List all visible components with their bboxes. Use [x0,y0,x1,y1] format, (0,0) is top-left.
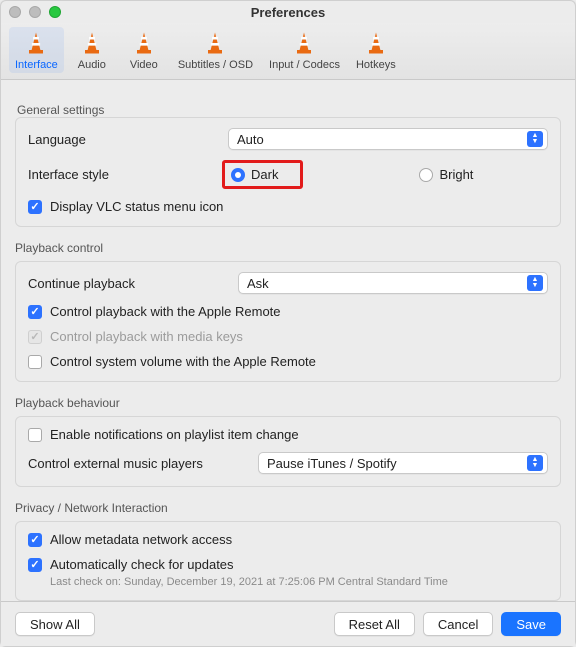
checkbox-label: Control playback with media keys [50,329,243,344]
checkbox-label: Allow metadata network access [50,532,232,547]
checkbox-label: Automatically check for updates [50,557,234,572]
tab-input-codecs[interactable]: Input / Codecs [263,27,346,73]
window-controls [9,6,61,18]
checkbox-label: Enable notifications on playlist item ch… [50,427,299,442]
preferences-window: Preferences Interface Audio Video Subtit… [0,0,576,647]
tab-label: Subtitles / OSD [178,59,253,71]
playback-control-group: Continue playback Ask Control playback w… [15,261,561,382]
zoom-window-button[interactable] [49,6,61,18]
checkbox-icon [28,330,42,344]
external-players-select[interactable]: Pause iTunes / Spotify [258,452,548,474]
tab-label: Video [130,59,158,71]
checkbox-icon [28,305,42,319]
vlc-cone-icon [22,29,50,57]
checkbox-icon [28,428,42,442]
radio-icon [419,168,433,182]
language-label: Language [28,132,228,147]
window-title: Preferences [1,5,575,20]
tab-label: Input / Codecs [269,59,340,71]
checkbox-icon [28,355,42,369]
checkbox-icon [28,558,42,572]
language-select[interactable]: Auto [228,128,548,150]
reset-all-button[interactable]: Reset All [334,612,415,636]
external-players-value: Pause iTunes / Spotify [267,456,397,471]
language-value: Auto [237,132,264,147]
close-window-button[interactable] [9,6,21,18]
tab-subtitles-osd[interactable]: Subtitles / OSD [172,27,259,73]
last-check-text: Last check on: Sunday, December 19, 2021… [50,576,448,588]
interface-style-dark-radio[interactable]: Dark [231,167,278,182]
media-keys-checkbox: Control playback with media keys [28,329,243,344]
notifications-checkbox[interactable]: Enable notifications on playlist item ch… [28,427,299,442]
minimize-window-button[interactable] [29,6,41,18]
continue-playback-value: Ask [247,276,269,291]
checkbox-label: Control playback with the Apple Remote [50,304,281,319]
select-arrows-icon [527,455,543,471]
continue-playback-label: Continue playback [28,276,238,291]
group-title-privacy: Privacy / Network Interaction [15,501,561,515]
vlc-cone-icon [290,29,318,57]
group-title-playback-control: Playback control [15,241,561,255]
tab-audio[interactable]: Audio [68,27,116,73]
display-status-menu-icon-checkbox[interactable]: Display VLC status menu icon [28,199,223,214]
tab-label: Hotkeys [356,59,396,71]
tab-interface[interactable]: Interface [9,27,64,73]
privacy-group: Allow metadata network access Automatica… [15,521,561,601]
general-settings-group: Language Auto Interface style Dark [15,117,561,227]
checkbox-label: Control system volume with the Apple Rem… [50,354,316,369]
tab-label: Audio [78,59,106,71]
system-volume-apple-remote-checkbox[interactable]: Control system volume with the Apple Rem… [28,354,316,369]
dark-highlight: Dark [222,160,303,189]
vlc-cone-icon [130,29,158,57]
auto-update-checkbox[interactable]: Automatically check for updates [28,557,234,572]
cancel-button[interactable]: Cancel [423,612,493,636]
preferences-toolbar: Interface Audio Video Subtitles / OSD In… [1,23,575,80]
playback-behaviour-group: Enable notifications on playlist item ch… [15,416,561,487]
select-arrows-icon [527,131,543,147]
radio-label: Dark [251,167,278,182]
interface-style-label: Interface style [28,167,228,182]
continue-playback-select[interactable]: Ask [238,272,548,294]
apple-remote-playback-checkbox[interactable]: Control playback with the Apple Remote [28,304,281,319]
interface-style-bright-radio[interactable]: Bright [419,167,473,182]
tab-label: Interface [15,59,58,71]
select-arrows-icon [527,275,543,291]
radio-label: Bright [439,167,473,182]
vlc-cone-icon [362,29,390,57]
tab-video[interactable]: Video [120,27,168,73]
save-button[interactable]: Save [501,612,561,636]
footer-bar: Show All Reset All Cancel Save [1,601,575,646]
vlc-cone-icon [78,29,106,57]
group-title-playback-behaviour: Playback behaviour [15,396,561,410]
checkbox-label: Display VLC status menu icon [50,199,223,214]
external-players-label: Control external music players [28,456,258,471]
checkbox-icon [28,533,42,547]
titlebar: Preferences [1,1,575,23]
checkbox-icon [28,200,42,214]
show-all-button[interactable]: Show All [15,612,95,636]
tab-hotkeys[interactable]: Hotkeys [350,27,402,73]
metadata-network-checkbox[interactable]: Allow metadata network access [28,532,232,547]
vlc-cone-icon [201,29,229,57]
group-title-general: General settings [15,103,106,117]
content-scroll[interactable]: General settings Language Auto Interface… [1,80,575,601]
radio-icon [231,168,245,182]
